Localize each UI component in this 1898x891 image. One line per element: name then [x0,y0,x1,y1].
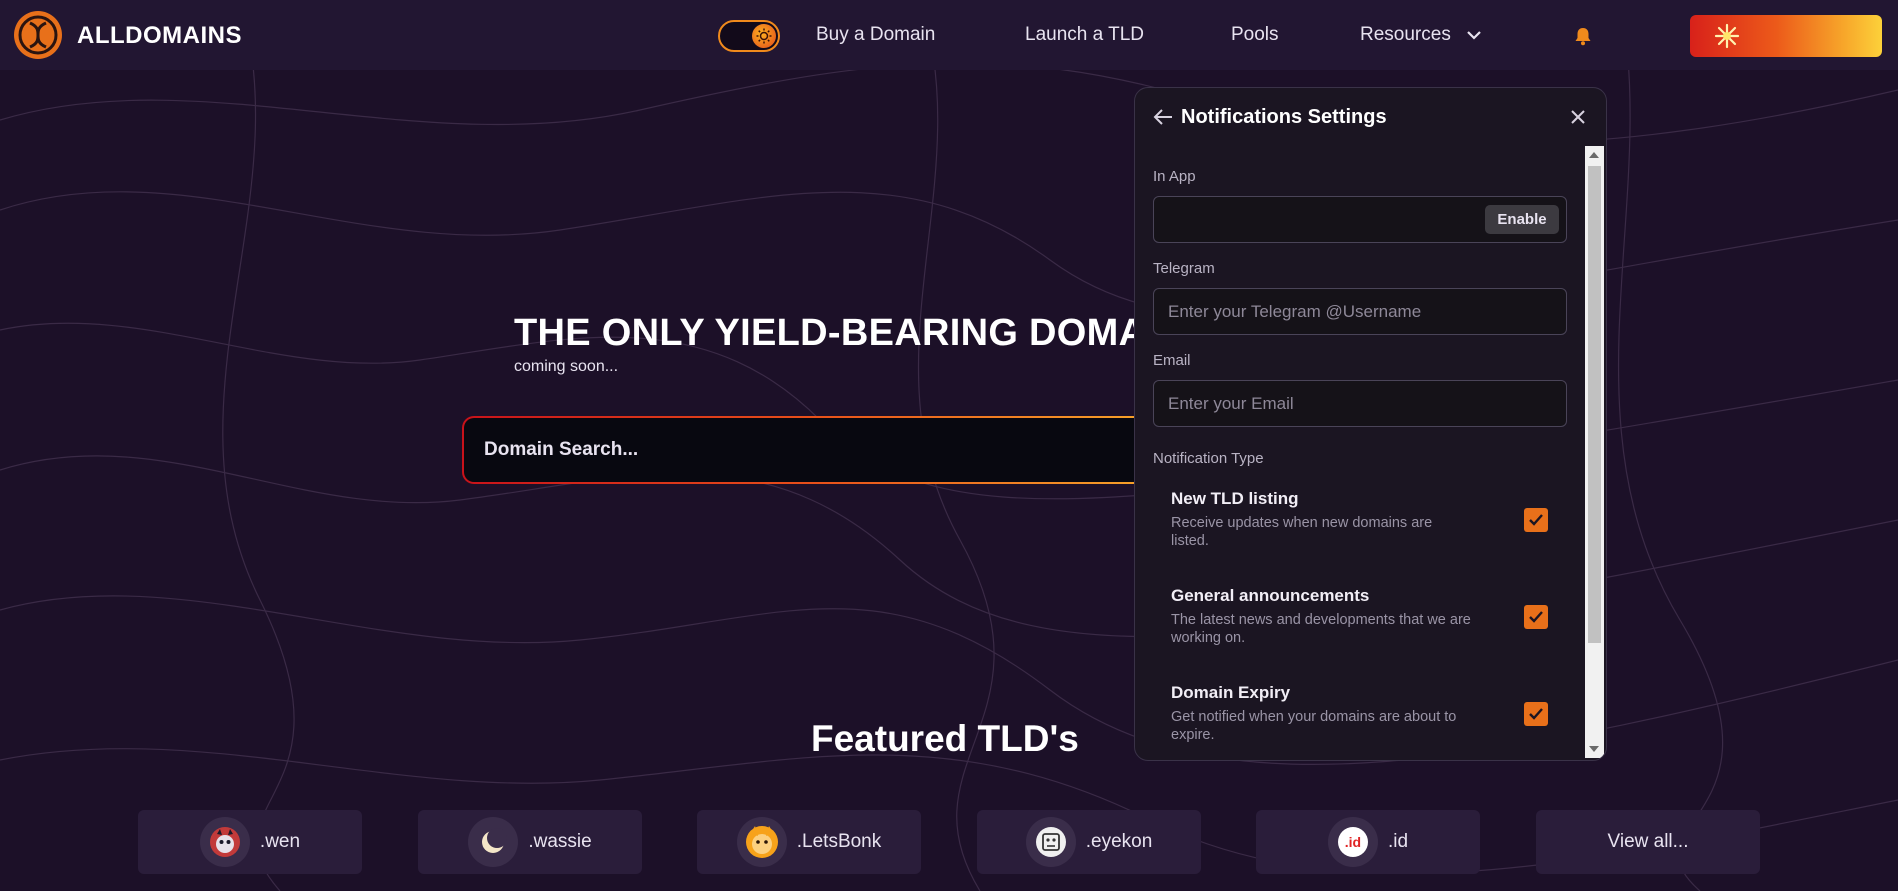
view-all-tlds-button[interactable]: View all... [1536,810,1760,874]
theme-toggle[interactable] [718,20,780,52]
panel-header: Notifications Settings [1135,88,1606,146]
bonk-dog-icon [736,817,787,867]
alldomains-logo-icon[interactable] [13,10,63,60]
back-arrow-icon[interactable] [1153,108,1173,126]
tld-label: .id [1387,831,1409,852]
view-all-label: View all... [1607,831,1689,852]
tld-card-wen[interactable]: .wen [138,810,362,874]
id-logo-icon: .id [1327,817,1378,867]
bell-icon[interactable] [1573,26,1593,46]
domain-expiry-checkbox[interactable] [1524,702,1548,726]
nav-launch-tld[interactable]: Launch a TLD [1025,24,1144,46]
tld-card-eyekon[interactable]: .eyekon [977,810,1201,874]
scroll-down-arrow-icon[interactable] [1589,746,1599,752]
email-field [1153,380,1567,427]
hero-subtitle: coming soon... [514,358,619,375]
notif-type-title: General announcements [1171,586,1370,605]
nav-buy-domain[interactable]: Buy a Domain [816,24,935,46]
scroll-up-arrow-icon[interactable] [1589,152,1599,158]
tld-card-letsbonk[interactable]: .LetsBonk [697,810,921,874]
notification-type-label: Notification Type [1153,450,1264,467]
tld-card-wassie[interactable]: .wassie [418,810,642,874]
wallet-button[interactable] [1690,15,1882,57]
telegram-label: Telegram [1153,260,1215,277]
in-app-label: In App [1153,168,1196,185]
chevron-down-icon[interactable] [1466,30,1482,40]
tld-label: .wen [259,831,301,852]
telegram-input[interactable] [1154,289,1566,334]
nav-resources[interactable]: Resources [1360,24,1451,46]
notif-type-title: New TLD listing [1171,489,1299,508]
top-navbar: ALLDOMAINS Buy a Domain Launch a TLD Poo… [0,0,1898,70]
checkmark-icon [1529,611,1543,623]
domain-search-input[interactable]: Domain Search... [462,416,1162,484]
email-input[interactable] [1154,381,1566,426]
moon-icon [468,817,519,867]
general-announcements-checkbox[interactable] [1524,605,1548,629]
tld-label: .wassie [528,831,592,852]
checkmark-icon [1529,514,1543,526]
close-icon[interactable] [1571,110,1585,124]
new-tld-checkbox[interactable] [1524,508,1548,532]
notif-type-general: General announcements The latest news an… [1171,586,1571,647]
panel-scrollbar[interactable] [1585,146,1604,758]
scrollbar-thumb[interactable] [1588,166,1601,643]
email-label: Email [1153,352,1191,369]
notifications-settings-panel: Notifications Settings In App Enable Tel… [1134,87,1607,761]
eyekon-icon [1025,817,1076,867]
logo-text[interactable]: ALLDOMAINS [77,22,242,50]
enable-in-app-button[interactable]: Enable [1485,205,1559,234]
tld-label: .LetsBonk [796,831,882,852]
starburst-icon [1714,23,1740,49]
hero-title: THE ONLY YIELD-BEARING DOMA [514,312,1147,354]
nav-pools[interactable]: Pools [1231,24,1279,46]
checkmark-icon [1529,708,1543,720]
featured-tlds-title: Featured TLD's [811,718,1079,759]
notif-type-title: Domain Expiry [1171,683,1291,702]
notif-type-new-tld: New TLD listing Receive updates when new… [1171,489,1571,550]
sun-icon [752,24,776,48]
panel-title: Notifications Settings [1181,106,1387,128]
tld-card-id[interactable]: .id .id [1256,810,1480,874]
wen-dog-icon [199,817,250,867]
tld-label: .eyekon [1085,831,1153,852]
domain-search-placeholder[interactable]: Domain Search... [464,418,1160,482]
in-app-field: Enable [1153,196,1567,243]
telegram-field [1153,288,1567,335]
notif-type-desc: Get notified when your domains are about… [1171,709,1457,743]
notif-type-desc: The latest news and developments that we… [1171,612,1471,646]
notif-type-desc: Receive updates when new domains are lis… [1171,515,1433,549]
notif-type-expiry: Domain Expiry Get notified when your dom… [1171,683,1571,744]
